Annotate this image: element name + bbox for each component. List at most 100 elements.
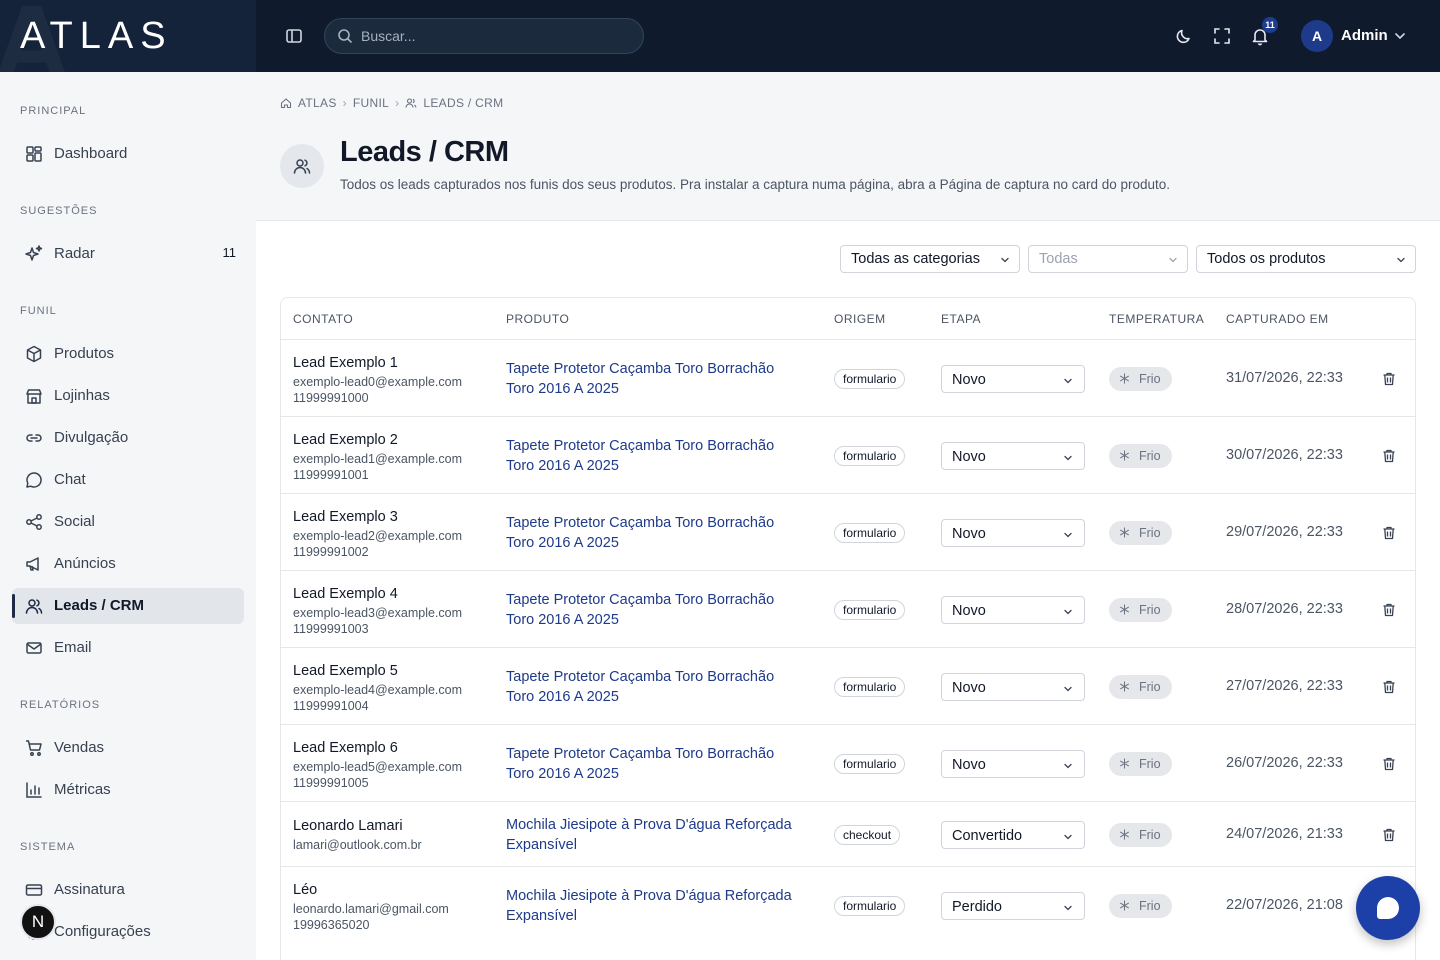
sidebar-item-vendas[interactable]: Vendas [12,730,244,766]
sidebar-item-produtos[interactable]: Produtos [12,336,244,372]
trash-icon[interactable] [1381,371,1397,387]
sidebar-item-social[interactable]: Social [12,504,244,540]
chat-widget-button[interactable] [1356,876,1420,940]
sidebar-item-metricas[interactable]: Métricas [12,772,244,808]
stage-select[interactable]: Novo [941,672,1085,701]
origin-badge: formulario [834,445,906,466]
stage-select[interactable]: Convertido [941,820,1085,849]
table-row[interactable]: Lead Exemplo 6 exemplo-lead5@example.com 1… [281,724,1415,801]
table-row[interactable]: Lead Exemplo 5 exemplo-lead4@example.com 1… [281,647,1415,724]
next-devtools-badge[interactable]: N [20,904,56,940]
lead-product-link[interactable]: Tapete Protetor Caçamba Toro Borrachão To… [506,513,806,553]
sidebar-item-divulgacao[interactable]: Divulgação [12,420,244,456]
stage-value: Novo [952,371,986,388]
subcategory-filter-select[interactable]: Todas [1028,245,1188,273]
fullscreen-icon[interactable] [1212,26,1232,46]
sidebar-item-assinatura[interactable]: Assinatura [12,872,244,908]
sidebar-section-principal: PRINCIPAL [20,105,87,117]
captured-date: 29/07/2026, 22:33 [1226,523,1343,540]
stage-select[interactable]: Novo [941,441,1085,470]
lead-name[interactable]: Lead Exemplo 4 [293,586,398,602]
sidebar-item-label: Métricas [54,781,111,798]
table-row[interactable]: Leonardo Lamari lamari@outlook.com.br Moch… [281,801,1415,866]
trash-icon[interactable] [1381,756,1397,772]
lead-phone: 11999991000 [293,390,369,405]
lead-phone: 19996365020 [293,917,370,932]
captured-date: 27/07/2026, 22:33 [1226,677,1343,694]
temperature-label: Frio [1139,371,1161,386]
lead-phone: 11999991001 [293,467,369,482]
notification-count-badge: 11 [1262,17,1278,33]
stage-select[interactable]: Novo [941,518,1085,547]
search-placeholder: Buscar... [361,28,416,44]
temperature-badge: Frio [1109,597,1172,622]
sidebar-item-anuncios[interactable]: Anúncios [12,546,244,582]
sidebar-item-dashboard[interactable]: Dashboard [12,136,244,172]
moon-icon[interactable] [1174,26,1194,46]
chevron-down-icon [1062,375,1074,387]
stage-value: Novo [952,602,986,619]
trash-icon[interactable] [1381,679,1397,695]
product-filter-value: Todos os produtos [1207,251,1326,267]
lead-phone: 11999991002 [293,544,369,559]
lead-name[interactable]: Lead Exemplo 5 [293,663,398,679]
sidebar-item-label: Divulgação [54,429,129,446]
stage-select[interactable]: Novo [941,364,1085,393]
stage-value: Novo [952,525,986,542]
avatar[interactable]: A [1301,20,1333,52]
sidebar-section-sugestoes: SUGESTÕES [20,205,98,217]
table-row[interactable]: Lead Exemplo 4 exemplo-lead3@example.com 1… [281,570,1415,647]
sidebar: PRINCIPAL Dashboard SUGESTÕES Radar 11 F… [0,72,256,960]
search-input[interactable]: Buscar... [324,18,644,54]
sidebar-item-label: Lojinhas [54,387,110,404]
lead-email: lamari@outlook.com.br [293,837,422,852]
trash-icon[interactable] [1381,448,1397,464]
user-name[interactable]: Admin [1341,27,1388,44]
chevron-down-icon [1062,606,1074,618]
store-icon [24,386,44,406]
lead-product-link[interactable]: Mochila Jiesipote à Prova D'água Reforça… [506,886,806,926]
lead-name[interactable]: Leonardo Lamari [293,818,403,834]
temperature-label: Frio [1139,898,1161,913]
lead-product-link[interactable]: Tapete Protetor Caçamba Toro Borrachão To… [506,667,806,707]
table-row[interactable]: Lead Exemplo 2 exemplo-lead1@example.com 1… [281,416,1415,493]
sidebar-item-lojinhas[interactable]: Lojinhas [12,378,244,414]
product-filter-select[interactable]: Todos os produtos [1196,245,1416,273]
origin-badge: formulario [834,522,906,543]
breadcrumb-root[interactable]: ATLAS [298,96,337,110]
table-row[interactable]: Lead Exemplo 3 exemplo-lead2@example.com 1… [281,493,1415,570]
sidebar-item-chat[interactable]: Chat [12,462,244,498]
column-header-capturado: CAPTURADO EM [1226,312,1329,326]
stage-select[interactable]: Novo [941,749,1085,778]
stage-value: Novo [952,679,986,696]
table-row[interactable]: Lead Exemplo 1 exemplo-lead0@example.com 1… [281,339,1415,416]
lead-name[interactable]: Lead Exemplo 2 [293,432,398,448]
lead-name[interactable]: Léo [293,882,317,898]
stage-select[interactable]: Novo [941,595,1085,624]
table-row[interactable]: Léo leonardo.lamari@gmail.com 19996365020 M… [281,866,1415,943]
category-filter-select[interactable]: Todas as categorias [840,245,1020,273]
trash-icon[interactable] [1381,827,1397,843]
chevron-down-icon[interactable] [1392,28,1408,44]
lead-name[interactable]: Lead Exemplo 3 [293,509,398,525]
column-header-etapa: ETAPA [941,312,982,326]
lead-product-link[interactable]: Tapete Protetor Caçamba Toro Borrachão To… [506,590,806,630]
sidebar-item-radar[interactable]: Radar 11 [12,236,244,272]
trash-icon[interactable] [1381,602,1397,618]
stage-select[interactable]: Perdido [941,891,1085,920]
sidebar-toggle-icon[interactable] [284,26,304,46]
sidebar-section-relatorios: RELATÓRIOS [20,699,101,711]
sidebar-item-email[interactable]: Email [12,630,244,666]
lead-product-link[interactable]: Tapete Protetor Caçamba Toro Borrachão To… [506,436,806,476]
chevron-down-icon [1062,760,1074,772]
lead-product-link[interactable]: Tapete Protetor Caçamba Toro Borrachão To… [506,744,806,784]
lead-name[interactable]: Lead Exemplo 6 [293,740,398,756]
lead-name[interactable]: Lead Exemplo 1 [293,355,398,371]
lead-product-link[interactable]: Mochila Jiesipote à Prova D'água Reforça… [506,815,806,855]
trash-icon[interactable] [1381,525,1397,541]
app-logo[interactable]: ATLAS [20,14,173,58]
subcategory-filter-value: Todas [1039,251,1078,267]
sidebar-item-leads-crm[interactable]: Leads / CRM [12,588,244,624]
breadcrumb-mid[interactable]: FUNIL [353,96,389,110]
lead-product-link[interactable]: Tapete Protetor Caçamba Toro Borrachão To… [506,359,806,399]
